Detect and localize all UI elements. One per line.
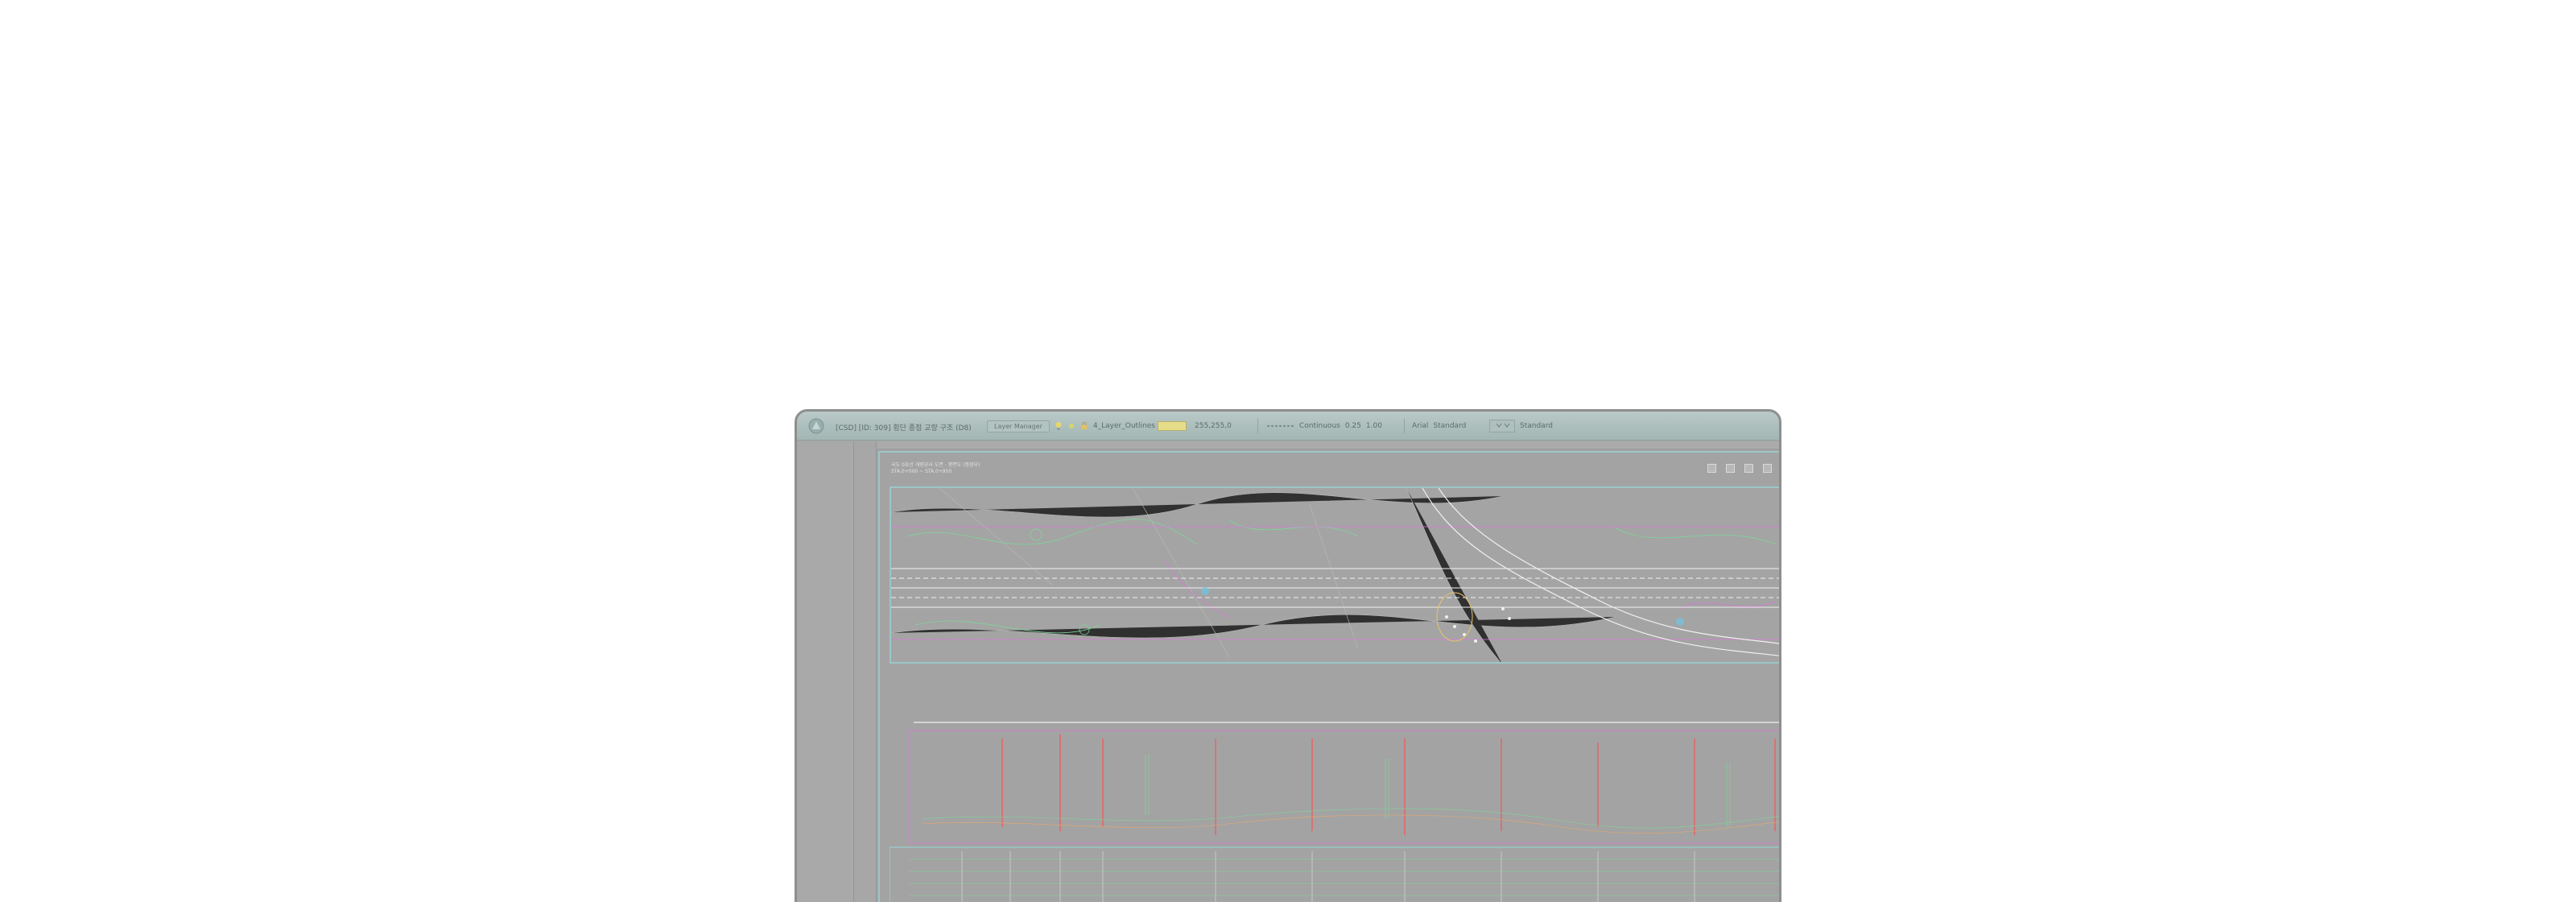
plan-view[interactable] (890, 486, 1779, 664)
horizontal-ruler (877, 441, 1779, 449)
sheet-title-line2: STA.0+000 ~ STA.0+950 (891, 469, 952, 474)
plan-drawing (891, 488, 1779, 662)
dropdown-icon (1496, 423, 1510, 428)
color-tools: 255,255,0 (1158, 417, 1232, 435)
layer-sun-icon[interactable] (1067, 422, 1075, 430)
text-style-tools: Arial Standard (1412, 417, 1466, 435)
profile-view[interactable] (890, 666, 1779, 902)
tool-palette (797, 441, 853, 902)
linetype-scale-value[interactable]: 1.00 (1366, 422, 1382, 430)
lineweight-value[interactable]: 0.25 (1345, 422, 1361, 430)
toolbar-separator (1404, 419, 1405, 433)
sheet-title-line1: 국도 0호선 개량공사 도면 - 평면도 (종점부) (891, 462, 980, 468)
title-toolbar: [CSD] [ID: 309] 횡단 종점 교량 구조 (D8) Layer M… (797, 412, 1779, 441)
linetype-icon[interactable] (1267, 423, 1294, 429)
zoom-extents-icon[interactable] (1707, 464, 1716, 473)
cad-window: [CSD] [ID: 309] 횡단 종점 교량 구조 (D8) Layer M… (795, 409, 1781, 902)
settings-icon[interactable] (1763, 464, 1772, 473)
layer-manager-button[interactable]: Layer Manager (987, 420, 1050, 432)
color-value[interactable]: 255,255,0 (1195, 422, 1232, 430)
layer-tools: Layer Manager 4_Layer_Outlines (987, 417, 1155, 435)
plot-icon[interactable] (1744, 464, 1753, 473)
profile-drawing (890, 666, 1779, 902)
text-style-value[interactable]: Standard (1433, 422, 1466, 430)
vertical-ruler (854, 441, 877, 902)
sheet-title: 국도 0호선 개량공사 도면 - 평면도 (종점부) STA.0+000 ~ S… (891, 462, 980, 475)
layout-icon[interactable] (1726, 464, 1735, 473)
font-label[interactable]: Arial (1412, 422, 1428, 430)
linetype-name[interactable]: Continuous (1299, 422, 1340, 430)
app-icon[interactable] (808, 418, 824, 434)
document-title: [CSD] [ID: 309] 횡단 종점 교량 구조 (D8) (836, 424, 972, 432)
sheet-toolbar (1707, 464, 1772, 473)
dim-style-tools: Standard (1489, 417, 1553, 435)
layer-lock-icon[interactable] (1080, 422, 1088, 430)
layer-name[interactable]: 4_Layer_Outlines (1093, 422, 1155, 430)
drawing-canvas[interactable]: 국도 0호선 개량공사 도면 - 평면도 (종점부) STA.0+000 ~ S… (853, 441, 1779, 902)
linetype-tools: Continuous 0.25 1.00 (1267, 417, 1382, 435)
drawing-sheet[interactable]: 국도 0호선 개량공사 도면 - 평면도 (종점부) STA.0+000 ~ S… (878, 451, 1779, 902)
dim-style-dropdown[interactable] (1489, 420, 1515, 432)
layer-bulb-icon[interactable] (1055, 421, 1063, 431)
color-swatch[interactable] (1158, 421, 1187, 431)
toolbar-separator (1257, 419, 1258, 433)
screen: [CSD] [ID: 309] 횡단 종점 교량 구조 (D8) Layer M… (0, 0, 2576, 902)
dim-style-value[interactable]: Standard (1520, 422, 1553, 430)
